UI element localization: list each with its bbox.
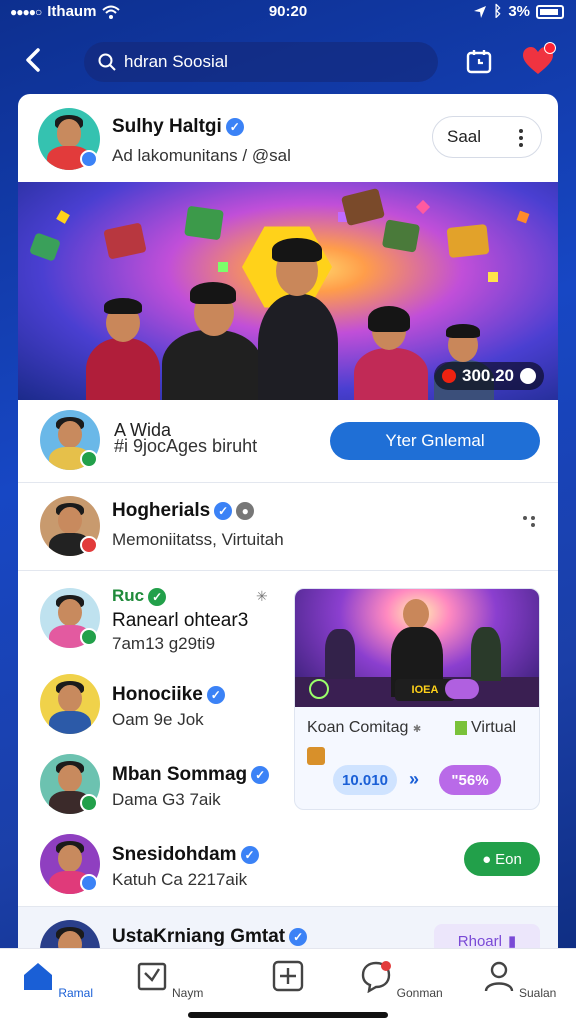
- person: [250, 224, 346, 400]
- list-item-name[interactable]: Hogherials ✓ ●: [112, 500, 255, 522]
- search-input[interactable]: hdran Soosial: [84, 42, 438, 82]
- more-options-icon[interactable]: [518, 128, 524, 148]
- list-item-sub: 7am13 g29ti9: [112, 634, 216, 653]
- live-dot-icon: [442, 369, 456, 383]
- online-badge: [80, 794, 98, 812]
- battery-icon: [536, 4, 564, 19]
- list-item-name[interactable]: Ruc ✓: [112, 586, 167, 606]
- list-item-name[interactable]: Honociike ✓: [112, 684, 225, 706]
- refresh-icon: [520, 368, 536, 384]
- list-item-title: Ranearl ohtear3: [112, 610, 249, 631]
- online-badge: [80, 450, 98, 468]
- floating-tile: [103, 222, 147, 260]
- chevron-left-icon: [26, 48, 40, 72]
- action-button[interactable]: ● Eon: [464, 842, 540, 876]
- feed-card: Sulhy Haltgi ✓ Ad lakomunitans / @sal Saa…: [18, 94, 558, 994]
- nav-profile[interactable]: Sualan: [474, 959, 564, 1000]
- nav-create[interactable]: [243, 959, 333, 1000]
- stat-pill[interactable]: "56%: [439, 765, 501, 795]
- verified-icon: ✓: [214, 501, 233, 520]
- stat-pill[interactable]: 10.010: [333, 765, 397, 795]
- divider: [18, 482, 558, 483]
- bluetooth-icon: ᛒ: [493, 3, 503, 20]
- confetti: [56, 210, 70, 224]
- promo-card-title: Koan Comitag ✱: [307, 719, 422, 736]
- online-badge: [80, 628, 98, 646]
- floating-tile: [446, 223, 490, 259]
- nav-inbox[interactable]: Naym: [124, 959, 214, 1000]
- badge-icon: ●: [236, 501, 255, 520]
- back-button[interactable]: [22, 46, 52, 80]
- verified-icon: ✓: [289, 927, 308, 946]
- floating-tile: [29, 232, 61, 262]
- list-item-sub: Dama G3 7aik: [112, 790, 221, 809]
- list-item-sub: Katuh Ca 2217aik: [112, 870, 248, 889]
- chevron-right-icon: »: [409, 769, 420, 789]
- home-icon: [23, 963, 52, 990]
- post-subtitle: Ad lakomunitans / @sal: [112, 146, 291, 165]
- post-author[interactable]: Sulhy Haltgi ✓: [112, 116, 244, 138]
- search-icon: [309, 679, 329, 699]
- verified-icon: ✓: [225, 117, 244, 136]
- status-bar: ●●●●○ Ithaum 90:20 ᛒ 3%: [0, 0, 576, 26]
- list-item-name[interactable]: Snesidohdam ✓: [112, 844, 259, 866]
- floating-tile: [184, 205, 224, 241]
- cube-icon: [455, 720, 467, 735]
- online-badge: [80, 874, 98, 892]
- plus-square-icon: [272, 960, 304, 992]
- search-text: hdran Soosial: [124, 52, 228, 71]
- confetti: [415, 199, 431, 215]
- online-badge: [80, 150, 98, 168]
- inbox-icon: [137, 962, 166, 991]
- promo-card[interactable]: IOEA Koan Comitag ✱ Virtual 10.010 » "56…: [294, 588, 540, 810]
- confetti: [488, 272, 498, 282]
- join-button[interactable]: Yter Gnlemal: [330, 422, 540, 460]
- post-image[interactable]: 300.20: [18, 182, 558, 400]
- verified-icon: ✓: [240, 845, 259, 864]
- confetti: [516, 210, 530, 224]
- user-icon: [484, 961, 513, 992]
- promo-image: IOEA: [295, 589, 539, 707]
- list-item-name[interactable]: Mban Sommag ✓: [112, 764, 270, 786]
- floating-tile: [340, 187, 386, 227]
- tag-chip: [445, 679, 479, 699]
- location-icon: [474, 5, 487, 18]
- online-badge: [80, 536, 98, 554]
- nav-home[interactable]: Ramal: [12, 959, 102, 1000]
- calendar-button[interactable]: [466, 48, 492, 74]
- verified-icon: ✓: [206, 685, 225, 704]
- chat-bubble-icon: [362, 961, 392, 994]
- verified-icon: ✓: [251, 765, 270, 784]
- more-options-icon[interactable]: [522, 514, 538, 528]
- person: [78, 290, 168, 400]
- promo-card-tag: Virtual: [455, 719, 516, 737]
- battery-percent: 3%: [508, 3, 530, 20]
- list-item-name[interactable]: UstaKrniang Gmtat ✓: [112, 926, 308, 948]
- search-icon: [98, 53, 116, 71]
- bag-icon: ●: [482, 850, 492, 868]
- live-viewers-badge: 300.20: [434, 362, 544, 390]
- follow-label: Saal: [447, 127, 482, 146]
- list-item-sub: Memoniitatss, Virtuitah: [112, 530, 284, 549]
- follow-button[interactable]: Saal: [432, 116, 542, 158]
- list-item-sub: Oam 9e Jok: [112, 710, 204, 729]
- verified-icon: ✓: [148, 587, 167, 606]
- nav-messages[interactable]: Gonman: [356, 959, 446, 1000]
- avatar[interactable]: [40, 674, 100, 734]
- calendar-icon: [466, 50, 492, 74]
- promo-subtitle: #i 9jocAges biruht: [114, 436, 258, 456]
- home-indicator: [188, 1012, 388, 1018]
- notification-badge: [544, 42, 556, 54]
- floating-tile: [381, 219, 421, 253]
- sparkle-icon: ✳: [256, 588, 268, 604]
- favorites-button[interactable]: [522, 42, 556, 76]
- person: [348, 300, 434, 400]
- box-icon: [307, 747, 325, 765]
- divider: [18, 570, 558, 571]
- header: hdran Soosial: [0, 40, 576, 86]
